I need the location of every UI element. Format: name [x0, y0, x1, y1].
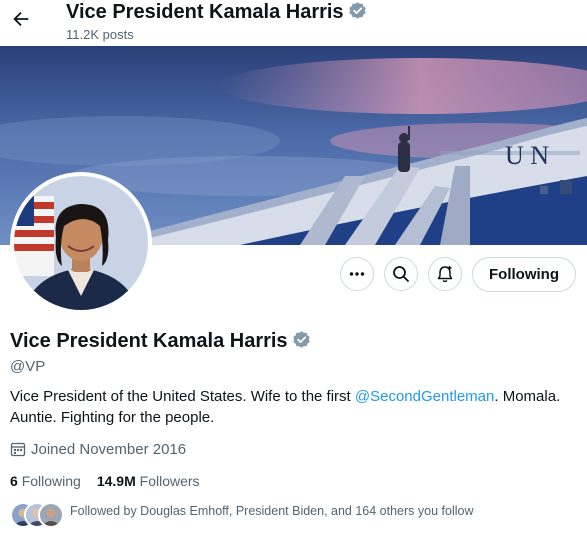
search-icon — [393, 266, 409, 282]
bio-text-start: Vice President of the United States. Wif… — [10, 388, 355, 405]
profile-bio: Vice President of the United States. Wif… — [10, 386, 580, 428]
profile-name-text: Vice President Kamala Harris — [10, 330, 288, 352]
header-title: Vice President Kamala Harris — [66, 1, 367, 24]
following-link[interactable]: 6 Following — [10, 473, 81, 489]
avatar-small — [38, 502, 64, 528]
following-count: 6 — [10, 473, 18, 489]
calendar-icon — [10, 442, 26, 457]
more-button[interactable] — [340, 257, 374, 291]
svg-text:U N: U N — [505, 141, 549, 170]
avatar-image — [14, 176, 148, 310]
following-button[interactable]: Following — [472, 257, 576, 292]
followers-link[interactable]: 14.9M Followers — [97, 473, 200, 489]
more-dots-icon — [349, 272, 365, 276]
followed-by-text: Followed by Douglas Emhoff, President Bi… — [70, 504, 474, 518]
profile-name: Vice President Kamala Harris — [10, 330, 311, 353]
bio-mention-link[interactable]: @SecondGentleman — [355, 388, 494, 405]
back-button[interactable] — [10, 8, 32, 30]
verified-badge-icon — [348, 2, 366, 19]
verified-badge-icon[interactable] — [292, 330, 311, 349]
following-label: Following — [21, 473, 81, 489]
bell-plus-icon — [437, 266, 453, 283]
notifications-button[interactable] — [428, 257, 462, 291]
posts-count: 11.2K posts — [66, 27, 134, 42]
followers-count: 14.9M — [96, 473, 136, 489]
search-button[interactable] — [384, 257, 418, 291]
arrow-left-icon — [13, 11, 29, 27]
follow-stats: 6 Following 14.9M Followers — [10, 473, 216, 489]
header-title-text: Vice President Kamala Harris — [66, 1, 344, 23]
joined-date: Joined November 2016 — [10, 441, 186, 458]
followers-label: Followers — [139, 473, 200, 489]
avatar[interactable] — [10, 172, 152, 314]
followers-you-know[interactable]: Followed by Douglas Emhoff, President Bi… — [10, 502, 585, 528]
profile-header-bar: Vice President Kamala Harris 11.2K posts — [0, 0, 587, 46]
joined-text: Joined November 2016 — [31, 441, 187, 458]
profile-handle: @VP — [10, 358, 46, 375]
